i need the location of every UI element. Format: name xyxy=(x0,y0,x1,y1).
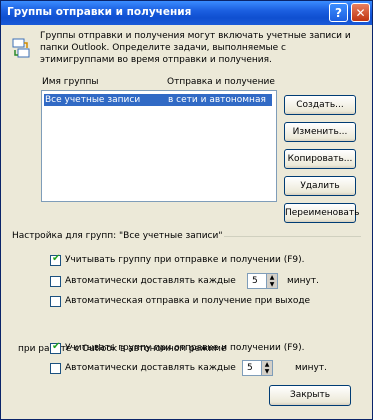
groups-list[interactable]: Все учетные записи в сети и автономная xyxy=(41,90,277,202)
schedule-online-minutes-value: 5 xyxy=(252,276,258,286)
exit-online-label: Автоматическая отправка и получение при … xyxy=(65,296,311,306)
close-window-button[interactable]: ✕ xyxy=(351,3,370,22)
edit-button[interactable]: Изменить... xyxy=(284,122,356,142)
copy-button[interactable]: Копировать... xyxy=(284,149,356,169)
schedule-offline-unit: минут. xyxy=(295,363,327,373)
list-row-selected[interactable]: Все учетные записи в сети и автономная xyxy=(44,94,272,106)
spinner-arrows[interactable]: ▲ ▼ xyxy=(261,361,272,375)
schedule-offline-minutes-value: 5 xyxy=(247,363,253,373)
group-status-cell: в сети и автономная xyxy=(168,95,266,105)
schedule-offline-minutes-spinner[interactable]: 5 ▲ ▼ xyxy=(242,360,273,376)
spin-up-icon[interactable]: ▲ xyxy=(262,361,272,368)
column-header-name[interactable]: Имя группы xyxy=(42,77,98,87)
check-mark-icon: ✔ xyxy=(52,341,61,352)
schedule-offline-label: Автоматически доставлять каждые xyxy=(65,363,236,373)
column-header-status[interactable]: Отправка и получение xyxy=(167,77,275,87)
spin-up-icon[interactable]: ▲ xyxy=(267,274,277,281)
rename-button[interactable]: Переименовать xyxy=(284,203,360,223)
intro-description: Группы отправки и получения могут включа… xyxy=(40,31,351,65)
spin-down-icon[interactable]: ▼ xyxy=(262,368,272,375)
include-offline-label: Учитывать группу при отправке и получени… xyxy=(65,343,305,353)
dialog-body: Группы отправки и получения могут включа… xyxy=(4,25,369,416)
create-button[interactable]: Создать... xyxy=(284,95,356,115)
window-title: Группы отправки и получения xyxy=(7,6,192,18)
close-button[interactable]: Закрыть xyxy=(269,385,351,406)
delete-button[interactable]: Удалить xyxy=(284,176,356,196)
send-receive-icon xyxy=(12,38,30,58)
schedule-online-checkbox[interactable] xyxy=(50,276,61,287)
dialog-window: Группы отправки и получения ? ✕ Группы о… xyxy=(0,0,373,420)
check-mark-icon: ✔ xyxy=(52,253,61,264)
schedule-offline-checkbox[interactable] xyxy=(50,363,61,374)
schedule-online-label: Автоматически доставлять каждые xyxy=(65,276,236,286)
group-name-cell: Все учетные записи xyxy=(45,95,141,105)
spin-down-icon[interactable]: ▼ xyxy=(267,281,277,288)
exit-online-checkbox[interactable] xyxy=(50,296,61,307)
include-online-label: Учитывать группу при отправке и получени… xyxy=(65,255,305,265)
help-button[interactable]: ? xyxy=(329,3,348,22)
schedule-online-minutes-spinner[interactable]: 5 ▲ ▼ xyxy=(247,273,278,289)
include-offline-checkbox[interactable]: ✔ xyxy=(50,341,61,354)
schedule-online-unit: минут. xyxy=(287,276,319,286)
spinner-arrows[interactable]: ▲ ▼ xyxy=(266,274,277,288)
settings-legend: Настройка для групп: "Все учетные записи… xyxy=(10,231,225,241)
include-online-checkbox[interactable]: ✔ xyxy=(50,253,61,266)
title-bar[interactable]: Группы отправки и получения ? ✕ xyxy=(1,1,372,25)
